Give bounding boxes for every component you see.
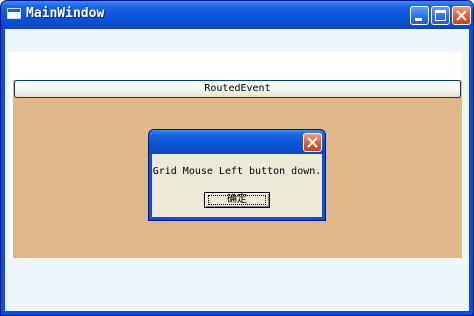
title-bar[interactable]: MainWindow [1, 1, 473, 29]
message-text: Grid Mouse Left button down. [152, 166, 322, 177]
maximize-icon [435, 10, 446, 21]
window-icon[interactable] [7, 8, 21, 19]
minimize-icon [415, 18, 422, 21]
minimize-button[interactable] [410, 6, 429, 25]
routed-event-button[interactable]: RoutedEvent [14, 80, 461, 98]
message-box-body: Grid Mouse Left button down. 确定 [152, 154, 322, 217]
close-icon [307, 137, 318, 148]
message-box-title-bar[interactable] [149, 130, 325, 154]
message-box: Grid Mouse Left button down. 确定 [148, 129, 326, 221]
window-title: MainWindow [26, 6, 105, 21]
maximize-button[interactable] [431, 6, 450, 25]
message-box-close-button[interactable] [303, 133, 322, 152]
ok-button[interactable]: 确定 [204, 192, 270, 208]
close-button[interactable] [452, 6, 471, 25]
close-icon [456, 10, 467, 21]
